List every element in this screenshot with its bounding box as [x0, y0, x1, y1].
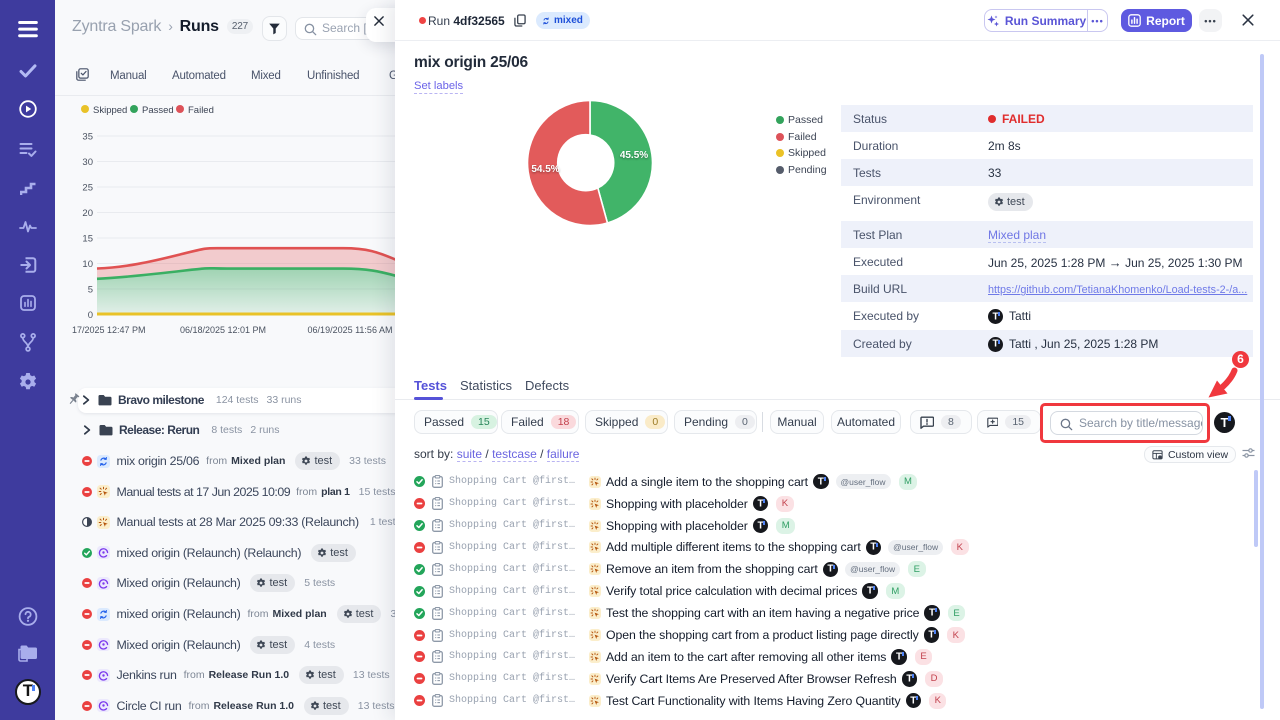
svg-text:45.5%: 45.5% — [620, 150, 648, 161]
svg-text:10: 10 — [82, 259, 93, 270]
svg-text:06/18/2025 12:01 PM: 06/18/2025 12:01 PM — [180, 325, 266, 335]
svg-text:20: 20 — [82, 208, 93, 219]
svg-text:25: 25 — [82, 183, 93, 194]
svg-text:06/19/2025 11:56 AM: 06/19/2025 11:56 AM — [308, 325, 393, 335]
svg-text:17/2025 12:47 PM: 17/2025 12:47 PM — [72, 325, 146, 335]
svg-text:30: 30 — [82, 157, 93, 168]
svg-text:54.5%: 54.5% — [531, 164, 559, 175]
svg-text:35: 35 — [82, 132, 93, 143]
svg-text:0: 0 — [88, 310, 93, 321]
svg-text:5: 5 — [88, 285, 93, 296]
svg-text:15: 15 — [82, 234, 93, 245]
